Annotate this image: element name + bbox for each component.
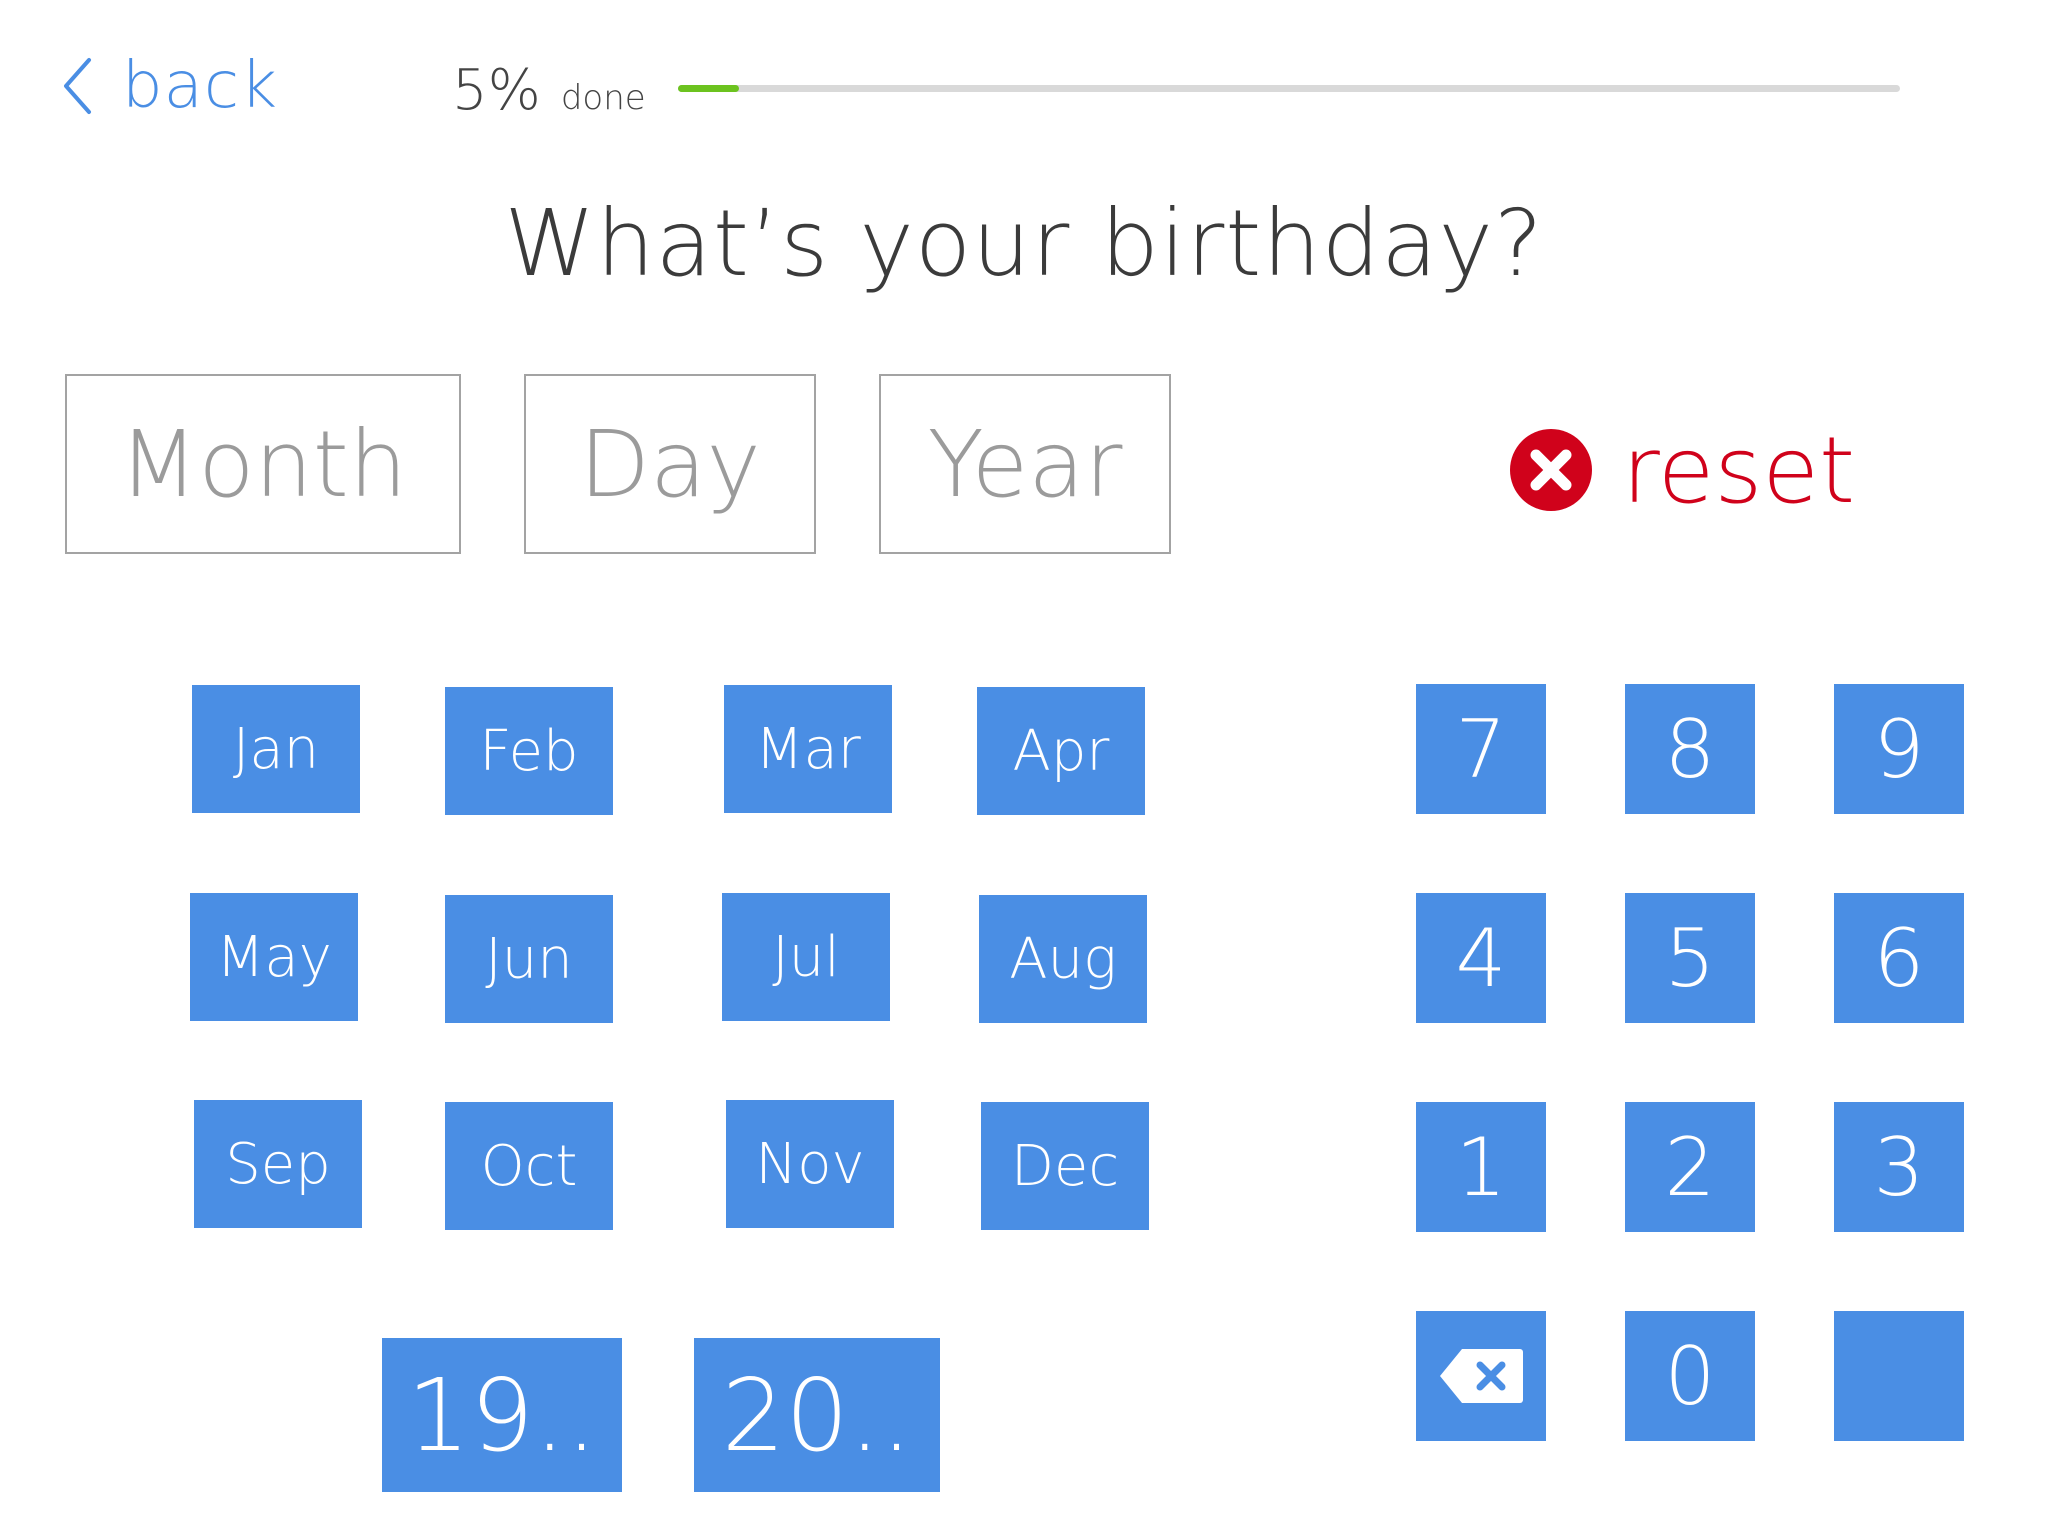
chevron-left-icon xyxy=(64,58,91,114)
month-button-apr[interactable]: Apr xyxy=(977,687,1145,815)
century-button-19[interactable]: 19.. xyxy=(382,1338,622,1492)
back-label: back xyxy=(122,49,279,123)
key-3[interactable]: 3 xyxy=(1834,1102,1964,1232)
month-button-jan[interactable]: Jan xyxy=(192,685,360,813)
key-9[interactable]: 9 xyxy=(1834,684,1964,814)
backspace-button[interactable] xyxy=(1416,1311,1546,1441)
key-0[interactable]: 0 xyxy=(1625,1311,1755,1441)
reset-button[interactable]: reset xyxy=(1510,417,1855,524)
progress-label: 5% done xyxy=(452,58,646,128)
key-6[interactable]: 6 xyxy=(1834,893,1964,1023)
month-field[interactable]: Month xyxy=(65,374,461,554)
key-1[interactable]: 1 xyxy=(1416,1102,1546,1232)
century-button-20[interactable]: 20.. xyxy=(694,1338,940,1492)
month-button-jun[interactable]: Jun xyxy=(445,895,613,1023)
month-button-sep[interactable]: Sep xyxy=(194,1100,362,1228)
progress-bar xyxy=(678,85,1900,92)
reset-label: reset xyxy=(1622,416,1856,524)
key-8[interactable]: 8 xyxy=(1625,684,1755,814)
month-button-may[interactable]: May xyxy=(190,893,358,1021)
progress-percent: 5% xyxy=(452,58,541,123)
progress-done-label: done xyxy=(560,78,646,118)
close-circle-icon xyxy=(1510,429,1592,511)
key-2[interactable]: 2 xyxy=(1625,1102,1755,1232)
key-blank[interactable] xyxy=(1834,1311,1964,1441)
progress-bar-fill xyxy=(678,85,740,92)
month-button-oct[interactable]: Oct xyxy=(445,1102,613,1230)
backspace-icon xyxy=(1440,1349,1523,1403)
month-button-jul[interactable]: Jul xyxy=(722,893,890,1021)
key-5[interactable]: 5 xyxy=(1625,893,1755,1023)
key-7[interactable]: 7 xyxy=(1416,684,1546,814)
month-button-dec[interactable]: Dec xyxy=(981,1102,1149,1230)
year-field[interactable]: Year xyxy=(879,374,1171,554)
month-button-feb[interactable]: Feb xyxy=(445,687,613,815)
month-button-mar[interactable]: Mar xyxy=(724,685,892,813)
month-button-nov[interactable]: Nov xyxy=(726,1100,894,1228)
key-4[interactable]: 4 xyxy=(1416,893,1546,1023)
day-field[interactable]: Day xyxy=(524,374,816,554)
month-button-aug[interactable]: Aug xyxy=(979,895,1147,1023)
back-button[interactable]: back xyxy=(62,46,278,126)
page-title: What’s your birthday? xyxy=(504,190,1544,297)
